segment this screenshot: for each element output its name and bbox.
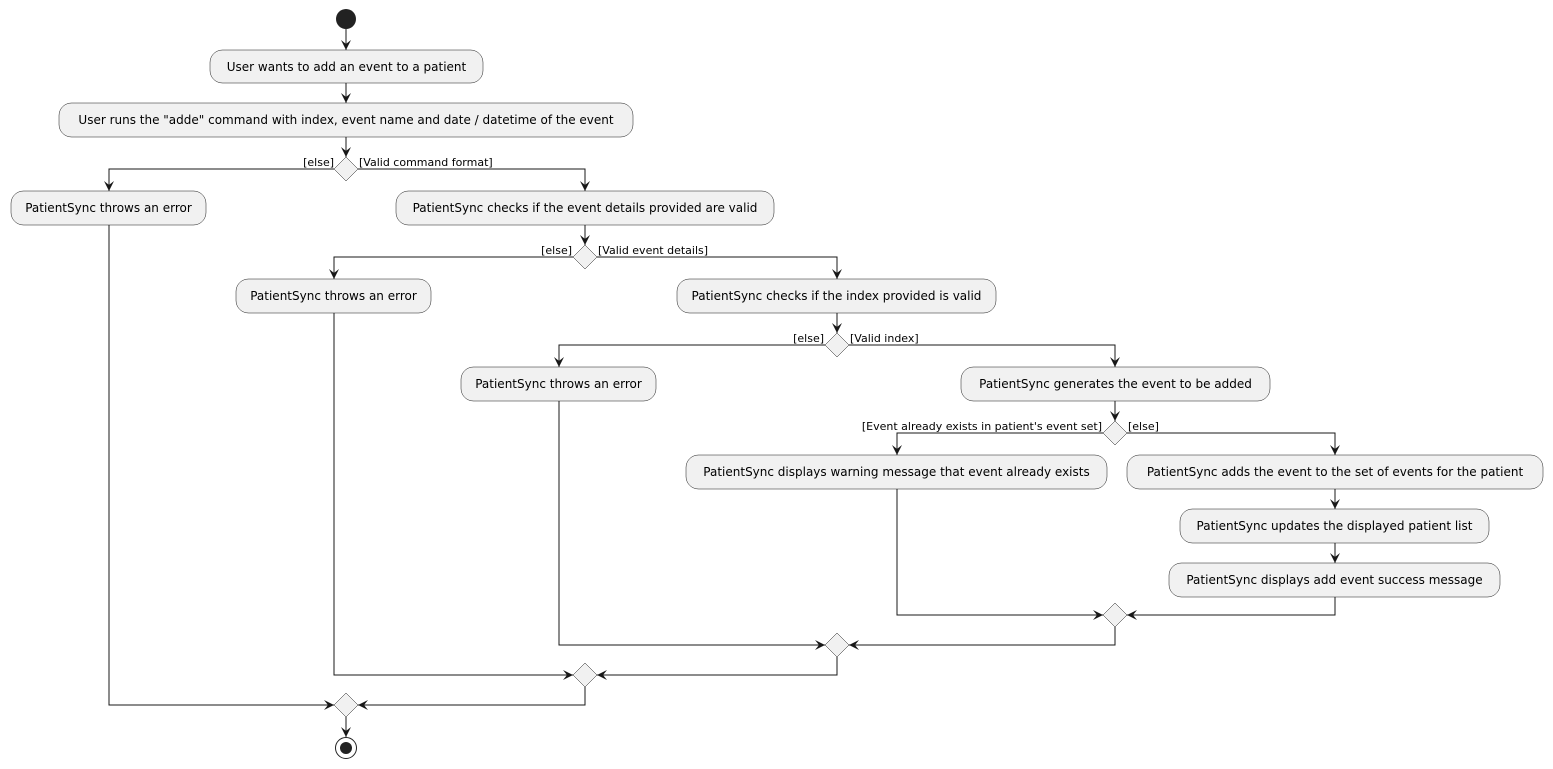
guard-d4-else: [else]: [1128, 420, 1159, 433]
merge-m4: [1102, 602, 1128, 628]
edge-d4-exists-to-a9: [892, 432, 1103, 455]
action-label: PatientSync adds the event to the set of…: [1147, 465, 1524, 479]
merge-m1: [333, 692, 359, 718]
action-label: PatientSync throws an error: [475, 377, 642, 391]
action-a3: PatientSync throws an error: [10, 190, 207, 226]
action-label: PatientSync displays add event success m…: [1186, 573, 1482, 587]
decision-d2: [572, 244, 598, 270]
action-a6: PatientSync checks if the index provided…: [676, 278, 997, 314]
guard-d3-valid-index: [Valid index]: [850, 332, 919, 345]
action-label: User wants to add an event to a patient: [227, 60, 467, 74]
action-a11: PatientSync updates the displayed patien…: [1179, 508, 1490, 544]
action-label: User runs the "adde" command with index,…: [78, 113, 613, 127]
action-label: PatientSync checks if the event details …: [413, 201, 758, 215]
activity-diagram: User wants to add an event to a patient …: [10, 9, 1544, 759]
edge-d2-else-to-a5: [329, 256, 573, 279]
merge-m3: [824, 632, 850, 658]
end-node: [335, 737, 357, 759]
action-label: PatientSync throws an error: [250, 289, 417, 303]
guard-d1-valid-command-format: [Valid command format]: [359, 156, 493, 169]
edge-merge3-to-merge2: [597, 657, 838, 680]
guard-d2-valid-event-details: [Valid event details]: [598, 244, 708, 257]
action-label: PatientSync checks if the index provided…: [692, 289, 982, 303]
guard-d2-else: [else]: [541, 244, 572, 257]
decision-d1: [333, 156, 359, 182]
action-label: PatientSync throws an error: [25, 201, 192, 215]
edge-merge2-to-merge1: [358, 687, 586, 710]
edge-d2-valid-to-a6: [597, 256, 842, 279]
action-a10: PatientSync adds the event to the set of…: [1126, 454, 1544, 490]
edge-d4-else-to-a10: [1127, 432, 1340, 455]
merge-m2: [572, 662, 598, 688]
edge-merge4-to-merge3: [849, 627, 1116, 650]
edge-d1-valid-to-a4: [358, 168, 590, 191]
action-a12: PatientSync displays add event success m…: [1168, 562, 1501, 598]
start-node: [336, 9, 356, 29]
edge-a12-to-merge4: [1127, 597, 1336, 620]
action-label: PatientSync generates the event to be ad…: [979, 377, 1252, 391]
edge-d3-else-to-a7: [554, 344, 825, 367]
edge-a7-to-merge3: [558, 401, 825, 650]
action-a9: PatientSync displays warning message tha…: [685, 454, 1108, 490]
edge-a9-to-merge4: [896, 489, 1103, 620]
action-label: PatientSync displays warning message tha…: [703, 465, 1089, 479]
decision-d4: [1102, 420, 1128, 446]
action-a5: PatientSync throws an error: [235, 278, 432, 314]
action-a1: User wants to add an event to a patient: [209, 49, 484, 84]
guard-d1-else: [else]: [303, 156, 334, 169]
action-a2: User runs the "adde" command with index,…: [58, 102, 634, 138]
action-a7: PatientSync throws an error: [460, 366, 657, 402]
guard-d4-event-exists: [Event already exists in patient's event…: [862, 420, 1102, 433]
action-a4: PatientSync checks if the event details …: [395, 190, 775, 226]
edge-d1-else-to-a3: [104, 168, 335, 191]
decision-d3: [824, 332, 850, 358]
action-label: PatientSync updates the displayed patien…: [1197, 519, 1473, 533]
action-a8: PatientSync generates the event to be ad…: [960, 366, 1271, 402]
guard-d3-else: [else]: [793, 332, 824, 345]
edge-d3-valid-to-a8: [849, 344, 1120, 367]
